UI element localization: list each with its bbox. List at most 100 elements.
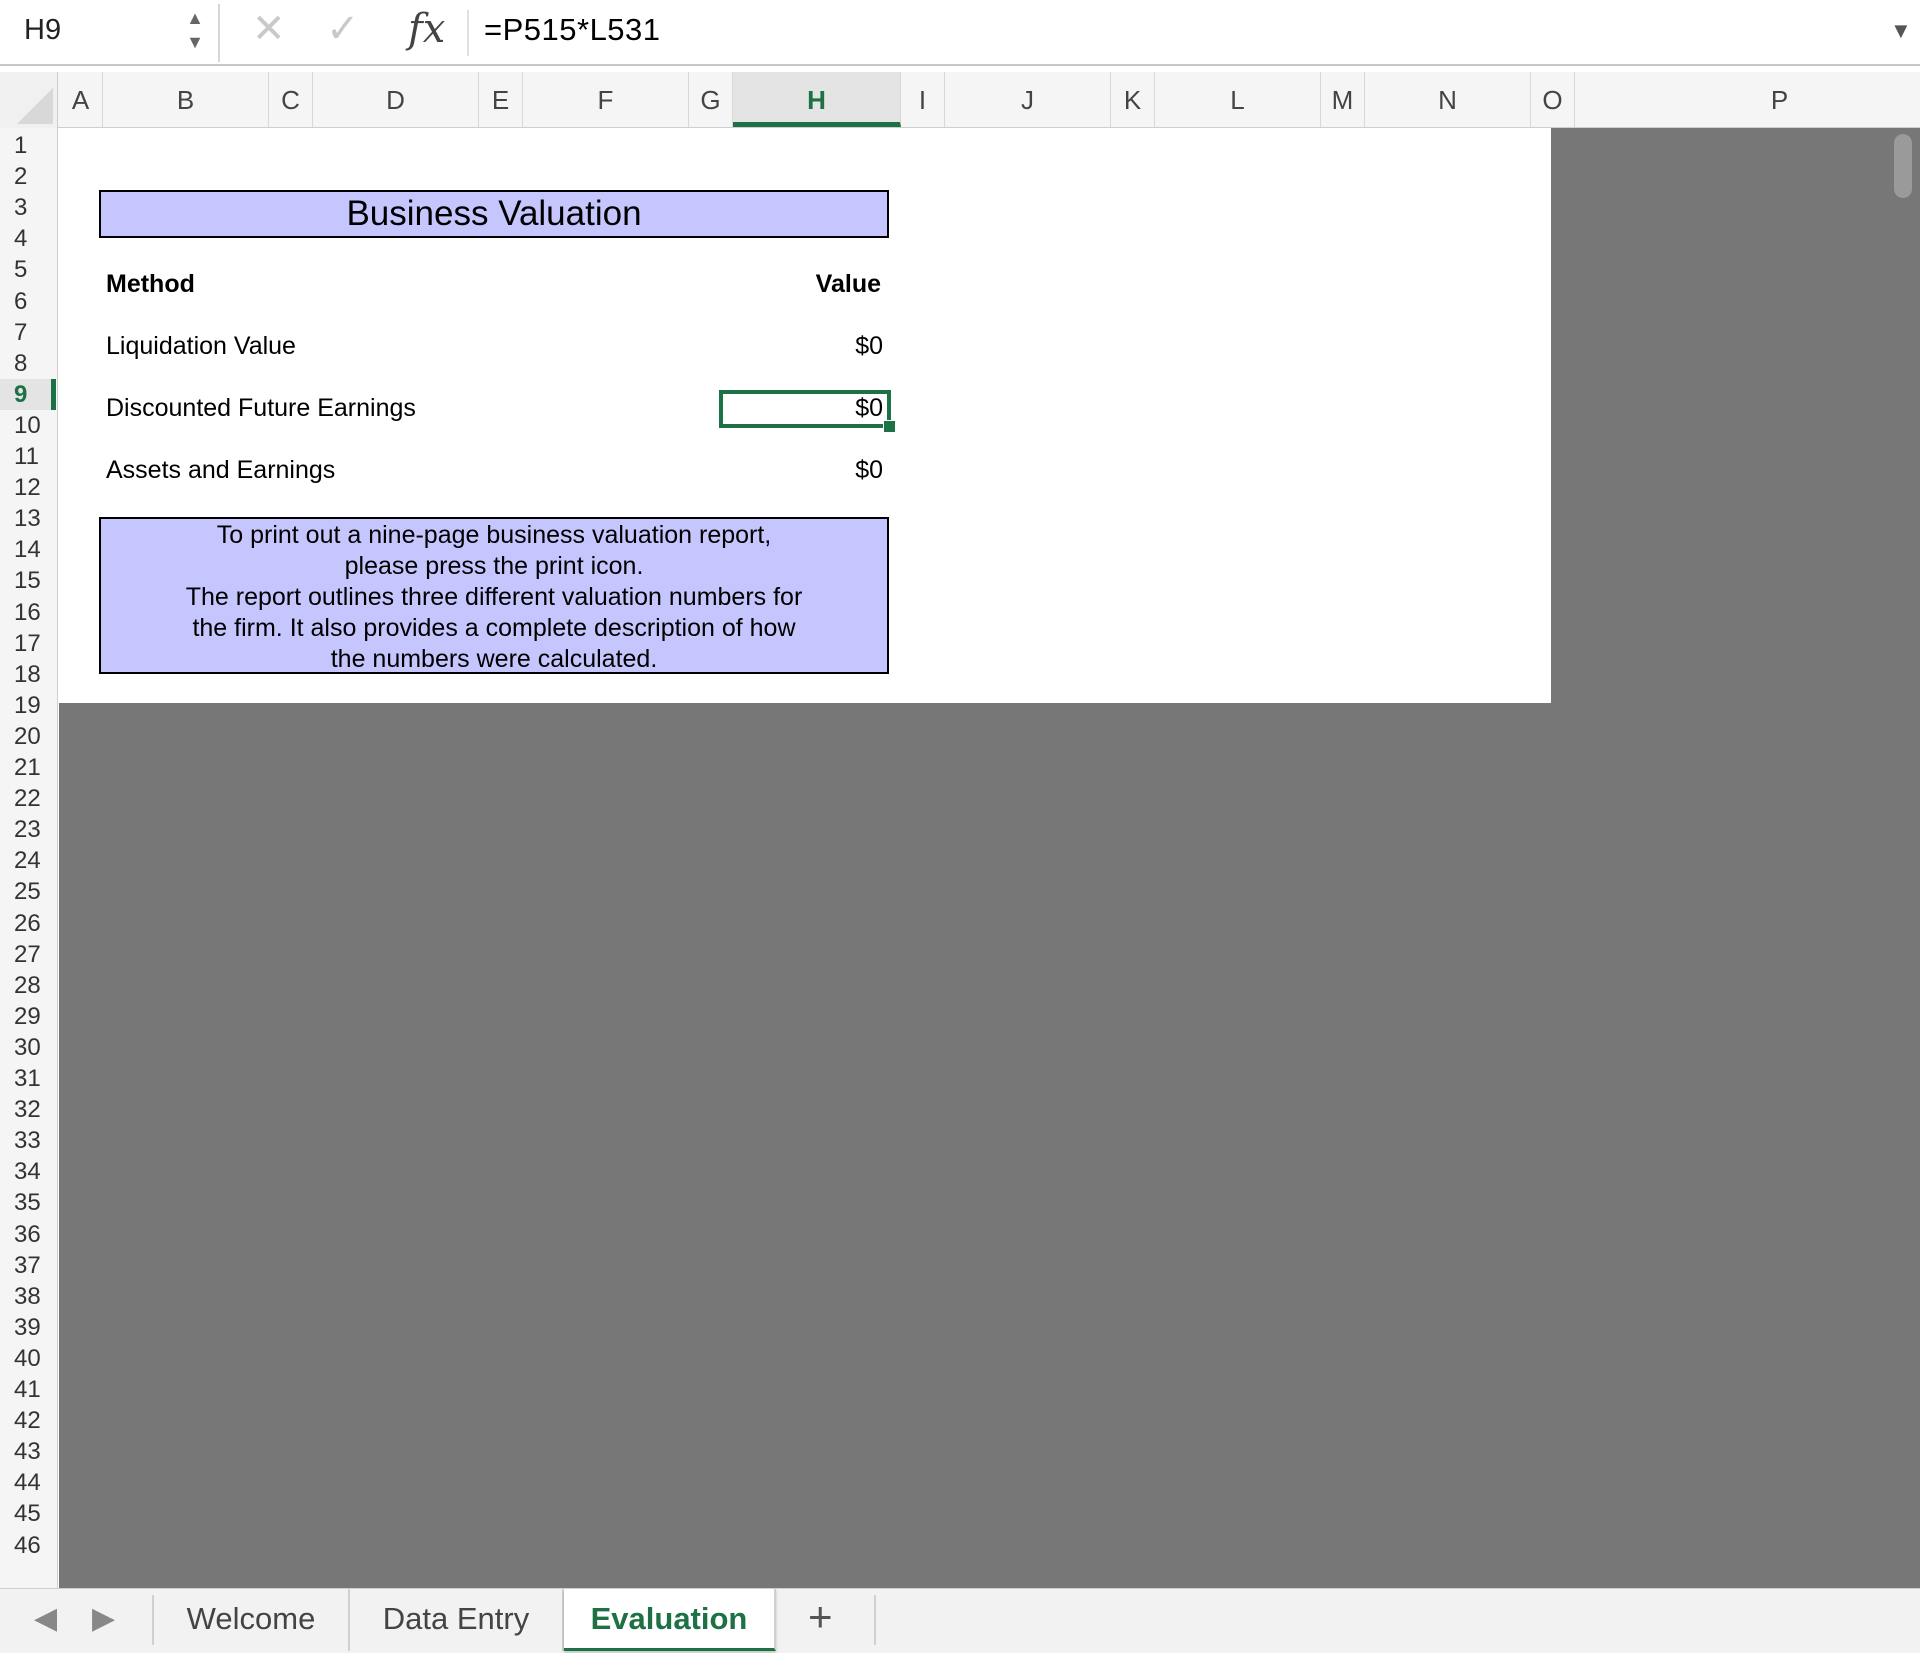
tab-welcome[interactable]: Welcome [154,1589,350,1651]
column-header-o[interactable]: O [1531,72,1575,127]
row-header-19[interactable]: 19 [0,690,56,721]
column-header-l[interactable]: L [1155,72,1321,127]
row-header-30[interactable]: 30 [0,1032,56,1063]
close-icon[interactable]: ✕ [252,6,286,52]
vertical-scrollbar[interactable] [1894,134,1912,198]
column-header-g[interactable]: G [689,72,733,127]
column-header-h[interactable]: H [733,72,901,127]
row-header: 1 2 3 4 5 6 7 8 9 10 11 12 13 14 15 16 17 18 19 20 21 22 23 24 2… [0,128,58,1588]
row-header-10[interactable]: 10 [0,410,56,441]
row-header-23[interactable]: 23 [0,814,56,845]
note-line: please press the print icon. [344,552,644,580]
checkmark-icon[interactable]: ✓ [326,6,360,52]
row-header-21[interactable]: 21 [0,752,56,783]
row-header-24[interactable]: 24 [0,845,56,876]
column-header-a[interactable]: A [59,72,103,127]
column-header-c[interactable]: C [269,72,313,127]
column-header-n[interactable]: N [1365,72,1531,127]
row-header-22[interactable]: 22 [0,783,56,814]
chevron-down-icon[interactable]: ▼ [1890,18,1912,44]
row-header-4[interactable]: 4 [0,223,56,254]
row-header-25[interactable]: 25 [0,876,56,907]
row-header-39[interactable]: 39 [0,1312,56,1343]
row-header-9[interactable]: 9 [0,379,56,410]
row-header-29[interactable]: 29 [0,1001,56,1032]
formula-bar-divider [218,4,220,62]
row-header-12[interactable]: 12 [0,472,56,503]
select-all-corner[interactable] [0,72,58,128]
row-header-44[interactable]: 44 [0,1467,56,1498]
column-header-p[interactable]: P [1575,72,1920,127]
print-instructions-note: To print out a nine-page business valuat… [99,517,889,674]
tab-data-entry[interactable]: Data Entry [350,1589,564,1651]
row-header-15[interactable]: 15 [0,565,56,596]
row-header-31[interactable]: 31 [0,1063,56,1094]
add-sheet-button[interactable]: + [808,1593,833,1641]
row-header-16[interactable]: 16 [0,597,56,628]
name-box[interactable]: H9 [24,14,61,47]
row-header-2[interactable]: 2 [0,161,56,192]
formula-bar-divider [467,10,469,56]
row-header-13[interactable]: 13 [0,503,56,534]
row-header-42[interactable]: 42 [0,1405,56,1436]
row-header-40[interactable]: 40 [0,1343,56,1374]
row-header-45[interactable]: 45 [0,1498,56,1529]
row-header-35[interactable]: 35 [0,1187,56,1218]
row-header-27[interactable]: 27 [0,939,56,970]
row-header-17[interactable]: 17 [0,628,56,659]
method-value[interactable]: $0 [855,456,883,485]
note-line: the firm. It also provides a complete de… [192,614,796,642]
column-header-d[interactable]: D [313,72,479,127]
column-header-e[interactable]: E [479,72,523,127]
tab-divider [874,1595,876,1645]
formula-bar: H9 ▲ ▼ ✕ ✓ fx =P515*L531 ▼ [0,0,1920,66]
sheet-tab-bar: ◀ ▶ Welcome Data Entry Evaluation + [0,1588,1920,1653]
column-header-k[interactable]: K [1111,72,1155,127]
row-header-7[interactable]: 7 [0,317,56,348]
tab-evaluation[interactable]: Evaluation [564,1589,776,1651]
triangle-right-icon[interactable]: ▶ [92,1601,115,1636]
row-header-38[interactable]: 38 [0,1281,56,1312]
column-header-b[interactable]: B [103,72,269,127]
triangle-left-icon[interactable]: ◀ [34,1601,57,1636]
row-header-1[interactable]: 1 [0,130,56,161]
row-header-34[interactable]: 34 [0,1156,56,1187]
method-label: Discounted Future Earnings [106,394,416,422]
row-header-37[interactable]: 37 [0,1250,56,1281]
method-value[interactable]: $0 [855,332,883,361]
row-header-36[interactable]: 36 [0,1219,56,1250]
row-header-14[interactable]: 14 [0,534,56,565]
row-header-11[interactable]: 11 [0,441,56,472]
fill-handle[interactable] [883,420,896,433]
row-header-8[interactable]: 8 [0,348,56,379]
column-header-i[interactable]: I [901,72,945,127]
note-line: The report outlines three different valu… [185,583,803,611]
row-header-43[interactable]: 43 [0,1436,56,1467]
row-header-41[interactable]: 41 [0,1374,56,1405]
column-header-f[interactable]: F [523,72,689,127]
active-cell-border[interactable] [719,390,891,428]
value-header: Value [815,270,881,298]
row-header-3[interactable]: 3 [0,192,56,223]
row-header-46[interactable]: 46 [0,1530,56,1561]
note-line: the numbers were calculated. [330,645,658,673]
method-header: Method [106,270,195,298]
column-header-m[interactable]: M [1321,72,1365,127]
row-header-32[interactable]: 32 [0,1094,56,1125]
method-label: Assets and Earnings [106,456,336,484]
row-header-26[interactable]: 26 [0,908,56,939]
note-line: To print out a nine-page business valuat… [216,521,772,549]
row-header-20[interactable]: 20 [0,721,56,752]
row-header-18[interactable]: 18 [0,659,56,690]
column-header-j[interactable]: J [945,72,1111,127]
column-header: ABCDEFGHIJKLMNOP [0,72,1920,128]
insert-function-icon[interactable]: fx [408,6,445,52]
row-header-33[interactable]: 33 [0,1125,56,1156]
valuation-title: Business Valuation [99,190,889,238]
formula-input[interactable]: =P515*L531 [484,12,661,48]
row-header-5[interactable]: 5 [0,254,56,285]
up-down-stepper-icon[interactable]: ▲ ▼ [184,6,206,58]
row-header-6[interactable]: 6 [0,286,56,317]
method-label: Liquidation Value [106,332,296,360]
row-header-28[interactable]: 28 [0,970,56,1001]
